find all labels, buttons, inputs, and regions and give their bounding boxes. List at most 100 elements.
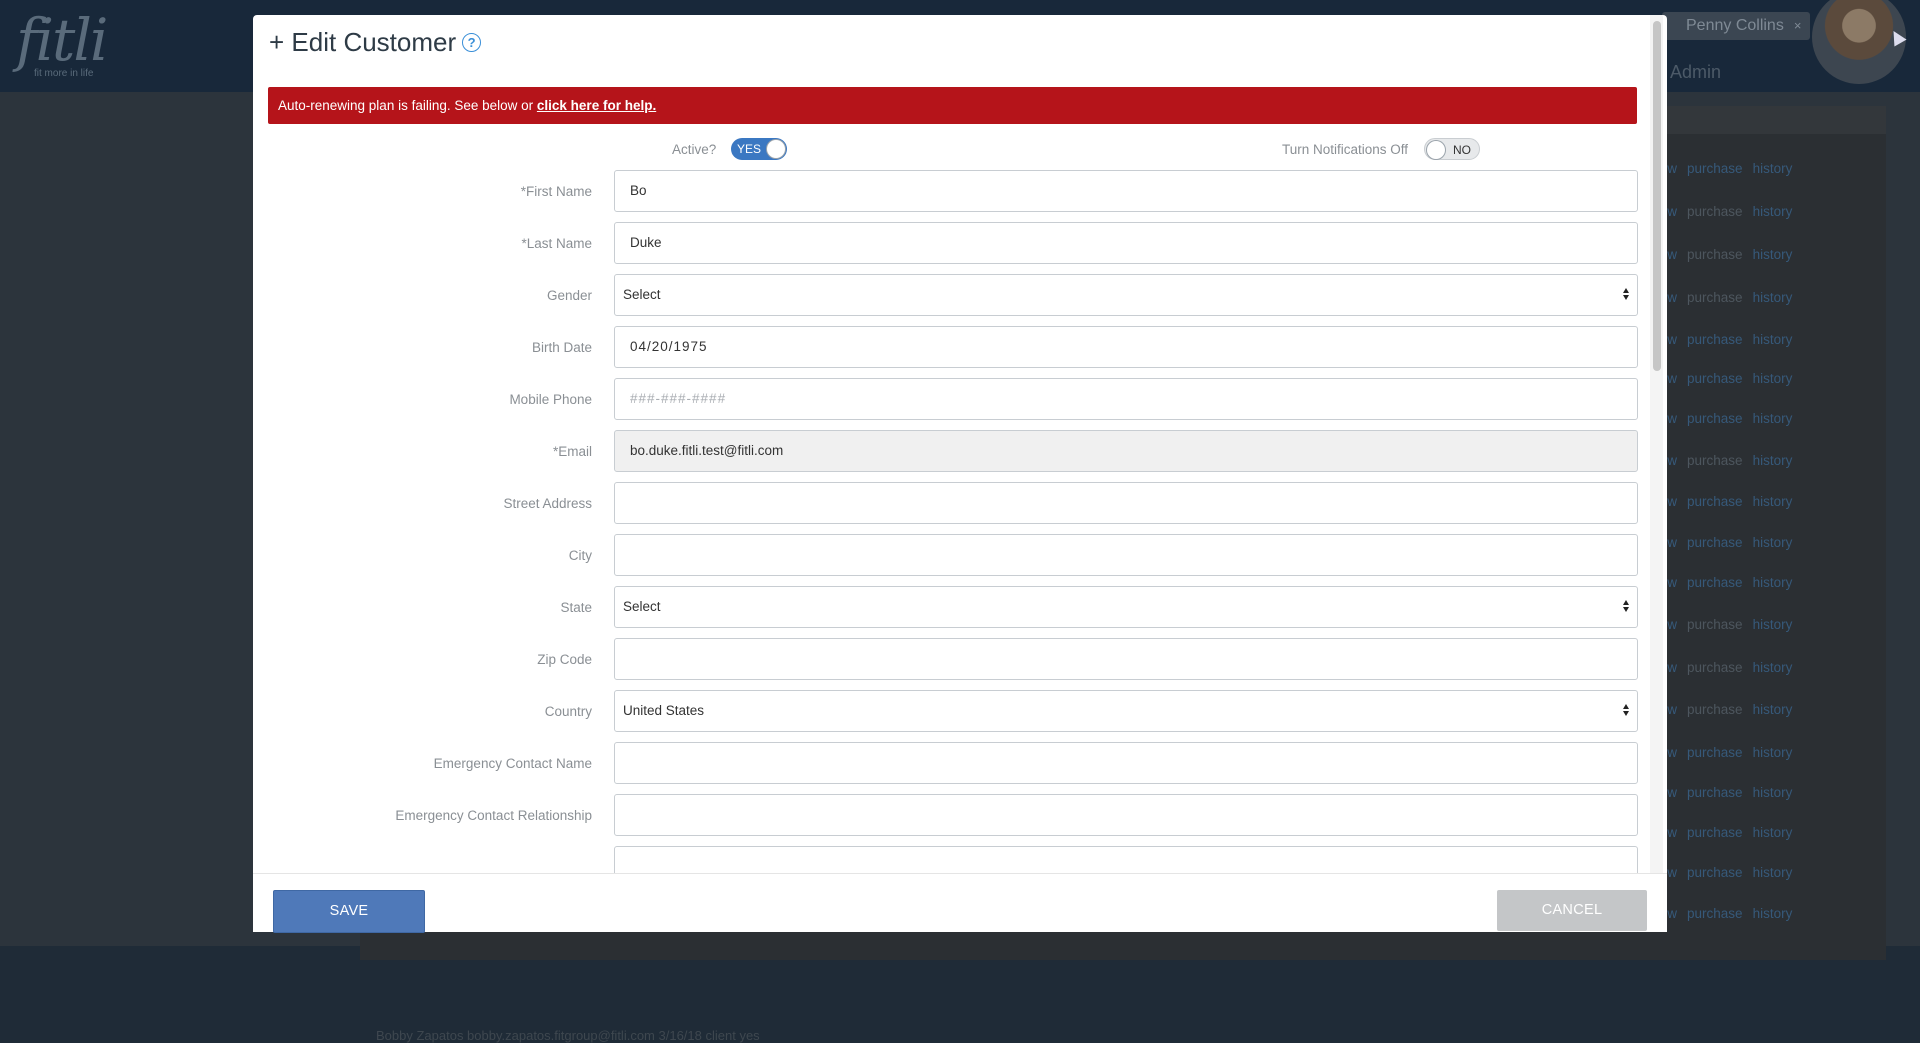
table-row: viewpurchasehistory bbox=[1650, 617, 1890, 637]
next-field-input[interactable] bbox=[614, 846, 1638, 873]
table-row: viewpurchasehistory bbox=[1650, 494, 1890, 514]
purchase-link[interactable]: purchase bbox=[1687, 161, 1743, 176]
row-emergency-contact-name: Emergency Contact Name bbox=[253, 742, 1650, 786]
birth-date-input[interactable]: 04/20/1975 bbox=[614, 326, 1638, 368]
chevron-icon: × bbox=[1793, 18, 1802, 33]
emergency-contact-name-input[interactable] bbox=[614, 742, 1638, 784]
table-row: viewpurchasehistory bbox=[1650, 785, 1890, 805]
title-plus: + bbox=[269, 27, 285, 57]
purchase-link[interactable]: purchase bbox=[1687, 702, 1743, 717]
help-icon[interactable]: ? bbox=[462, 33, 482, 52]
modal-footer: SAVE CANCEL bbox=[253, 873, 1667, 933]
user-name: Penny Collins bbox=[1686, 17, 1784, 34]
row-state: State Select bbox=[253, 586, 1650, 630]
history-link[interactable]: history bbox=[1753, 290, 1793, 305]
history-link[interactable]: history bbox=[1753, 825, 1793, 840]
purchase-link[interactable]: purchase bbox=[1687, 204, 1743, 219]
mobile-phone-input[interactable]: ###-###-#### bbox=[614, 378, 1638, 420]
purchase-link[interactable]: purchase bbox=[1687, 247, 1743, 262]
purchase-link[interactable]: purchase bbox=[1687, 785, 1743, 800]
history-link[interactable]: history bbox=[1753, 702, 1793, 717]
gender-label: Gender bbox=[546, 288, 592, 303]
last-name-input[interactable]: Duke bbox=[614, 222, 1638, 264]
history-link[interactable]: history bbox=[1753, 161, 1793, 176]
history-link[interactable]: history bbox=[1753, 453, 1793, 468]
zip-code-input[interactable] bbox=[614, 638, 1638, 680]
row-first-name: *First Name Bo bbox=[253, 170, 1650, 214]
gender-value: Select bbox=[623, 287, 661, 302]
history-link[interactable]: history bbox=[1753, 494, 1793, 509]
table-row: viewpurchasehistory bbox=[1650, 702, 1890, 722]
table-row-partial: Bobby Zapatos bobby.zapatos.fitgroup@fit… bbox=[376, 1028, 760, 1043]
purchase-link[interactable]: purchase bbox=[1687, 453, 1743, 468]
history-link[interactable]: history bbox=[1753, 785, 1793, 800]
table-row: viewpurchasehistory bbox=[1650, 247, 1890, 267]
history-link[interactable]: history bbox=[1753, 617, 1793, 632]
purchase-link[interactable]: purchase bbox=[1687, 906, 1743, 921]
history-link[interactable]: history bbox=[1753, 865, 1793, 880]
table-row: viewpurchasehistory bbox=[1650, 332, 1890, 352]
history-link[interactable]: history bbox=[1753, 906, 1793, 921]
history-link[interactable]: history bbox=[1753, 411, 1793, 426]
street-address-label: Street Address bbox=[503, 496, 592, 511]
email-field: bo.duke.fitli.test@fitli.com bbox=[614, 430, 1638, 472]
country-select[interactable]: United States bbox=[614, 690, 1638, 732]
gender-select[interactable]: Select bbox=[614, 274, 1638, 316]
purchase-link[interactable]: purchase bbox=[1687, 745, 1743, 760]
row-birth-date: Birth Date 04/20/1975 bbox=[253, 326, 1650, 370]
purchase-link[interactable]: purchase bbox=[1687, 825, 1743, 840]
modal-scrollbar-thumb[interactable] bbox=[1653, 21, 1661, 371]
emergency-contact-relationship-label: Emergency Contact Relationship bbox=[395, 808, 592, 823]
table-row: viewpurchasehistory bbox=[1650, 204, 1890, 224]
save-button[interactable]: SAVE bbox=[273, 890, 425, 933]
history-link[interactable]: history bbox=[1753, 745, 1793, 760]
purchase-link[interactable]: purchase bbox=[1687, 332, 1743, 347]
history-link[interactable]: history bbox=[1753, 535, 1793, 550]
city-label: City bbox=[568, 548, 592, 563]
emergency-contact-relationship-input[interactable] bbox=[614, 794, 1638, 836]
history-link[interactable]: history bbox=[1753, 247, 1793, 262]
purchase-link[interactable]: purchase bbox=[1687, 660, 1743, 675]
user-menu[interactable]: Penny Collins × bbox=[1662, 12, 1810, 40]
edit-customer-modal: + Edit Customer? Auto-renewing plan is f… bbox=[253, 15, 1667, 933]
history-link[interactable]: history bbox=[1753, 575, 1793, 590]
active-label: Active? bbox=[672, 142, 717, 157]
row-next-field bbox=[253, 846, 1650, 873]
table-row: viewpurchasehistory bbox=[1650, 865, 1890, 885]
active-toggle-value: YES bbox=[737, 142, 762, 156]
notifications-toggle[interactable]: NO bbox=[1424, 138, 1480, 160]
toggle-knob bbox=[1427, 141, 1445, 159]
purchase-link[interactable]: purchase bbox=[1687, 535, 1743, 550]
state-select[interactable]: Select bbox=[614, 586, 1638, 628]
state-label: State bbox=[560, 600, 592, 615]
alert-help-link[interactable]: click here for help. bbox=[537, 98, 656, 113]
purchase-link[interactable]: purchase bbox=[1687, 575, 1743, 590]
notifications-toggle-value: NO bbox=[1453, 143, 1471, 157]
cancel-button[interactable]: CANCEL bbox=[1497, 890, 1647, 931]
fitli-logo[interactable]: fitli fit more in life bbox=[14, 6, 108, 86]
street-address-input[interactable] bbox=[614, 482, 1638, 524]
history-link[interactable]: history bbox=[1753, 660, 1793, 675]
purchase-link[interactable]: purchase bbox=[1687, 494, 1743, 509]
birth-date-label: Birth Date bbox=[531, 340, 592, 355]
nav-admin[interactable]: Admin bbox=[1670, 62, 1721, 83]
active-toggle[interactable]: YES bbox=[731, 138, 787, 160]
city-input[interactable] bbox=[614, 534, 1638, 576]
mobile-phone-label: Mobile Phone bbox=[509, 392, 592, 407]
logo-wordmark: fitli bbox=[16, 6, 108, 74]
select-arrows-icon bbox=[1623, 600, 1629, 614]
customer-form[interactable]: *First Name Bo *Last Name Duke Gender Se… bbox=[253, 170, 1650, 873]
purchase-link[interactable]: purchase bbox=[1687, 411, 1743, 426]
purchase-link[interactable]: purchase bbox=[1687, 290, 1743, 305]
table-row: viewpurchasehistory bbox=[1650, 575, 1890, 595]
select-arrows-icon bbox=[1623, 288, 1629, 302]
first-name-input[interactable]: Bo bbox=[614, 170, 1638, 212]
history-link[interactable]: history bbox=[1753, 332, 1793, 347]
table-row: viewpurchasehistory bbox=[1650, 411, 1890, 431]
history-link[interactable]: history bbox=[1753, 204, 1793, 219]
purchase-link[interactable]: purchase bbox=[1687, 617, 1743, 632]
purchase-link[interactable]: purchase bbox=[1687, 865, 1743, 880]
purchase-link[interactable]: purchase bbox=[1687, 371, 1743, 386]
history-link[interactable]: history bbox=[1753, 371, 1793, 386]
row-email: *Email bo.duke.fitli.test@fitli.com bbox=[253, 430, 1650, 474]
